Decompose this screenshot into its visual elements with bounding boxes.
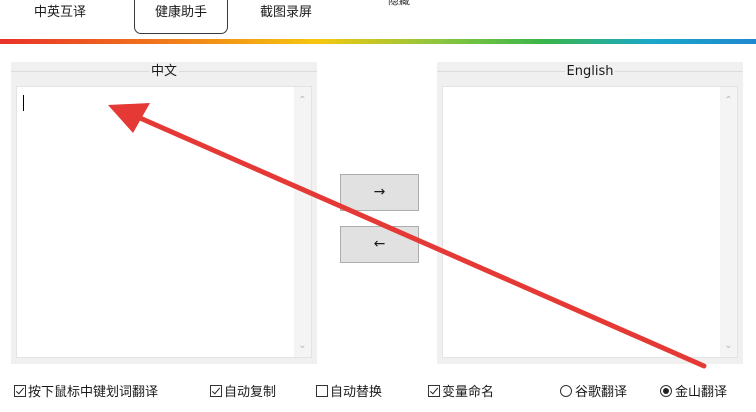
hide-button[interactable]: 隐藏 (388, 0, 410, 8)
engine-kingsoft[interactable]: 金山翻译 (660, 381, 727, 400)
radio-icon[interactable] (660, 385, 672, 397)
scroll-down-icon[interactable]: ⌄ (720, 340, 737, 351)
tab-screenshot-record[interactable]: 截图录屏 (246, 0, 326, 33)
radio-icon[interactable] (560, 385, 572, 397)
translate-to-english-button[interactable]: → (340, 174, 419, 211)
translate-to-chinese-button[interactable]: ← (340, 226, 419, 263)
tab-health-assistant[interactable]: 健康助手 (134, 0, 228, 34)
tab-bar: 中英互译 健康助手 截图录屏 隐藏 (0, 0, 756, 40)
chinese-group: 中文 ⌃ ⌄ (11, 62, 317, 364)
checkbox-icon[interactable] (316, 385, 328, 397)
chinese-group-title: 中文 (148, 64, 179, 79)
scroll-down-icon[interactable]: ⌄ (294, 340, 311, 351)
rainbow-divider (0, 39, 756, 44)
checkbox-icon[interactable] (210, 385, 222, 397)
option-auto-replace[interactable]: 自动替换 (316, 381, 382, 400)
checkbox-icon[interactable] (14, 385, 26, 397)
options-bar: 按下鼠标中键划词翻译 自动复制 自动替换 变量命名 谷歌翻译 金山翻译 (0, 378, 756, 402)
text-caret (23, 95, 24, 111)
option-middle-click-translate[interactable]: 按下鼠标中键划词翻译 (14, 381, 158, 400)
engine-google[interactable]: 谷歌翻译 (560, 381, 627, 400)
tab-translate[interactable]: 中英互译 (20, 0, 100, 33)
english-group: English ⌃ ⌄ (437, 62, 743, 364)
english-group-title: English (564, 64, 616, 79)
checkbox-icon[interactable] (428, 385, 440, 397)
scroll-up-icon[interactable]: ⌃ (294, 95, 311, 106)
english-output[interactable]: ⌃ ⌄ (442, 86, 738, 358)
english-output-scrollbar[interactable]: ⌃ ⌄ (720, 87, 737, 357)
option-variable-naming[interactable]: 变量命名 (428, 381, 494, 400)
option-auto-copy[interactable]: 自动复制 (210, 381, 276, 400)
chinese-input-scrollbar[interactable]: ⌃ ⌄ (294, 87, 311, 357)
chinese-input[interactable]: ⌃ ⌄ (16, 86, 312, 358)
scroll-up-icon[interactable]: ⌃ (720, 95, 737, 106)
